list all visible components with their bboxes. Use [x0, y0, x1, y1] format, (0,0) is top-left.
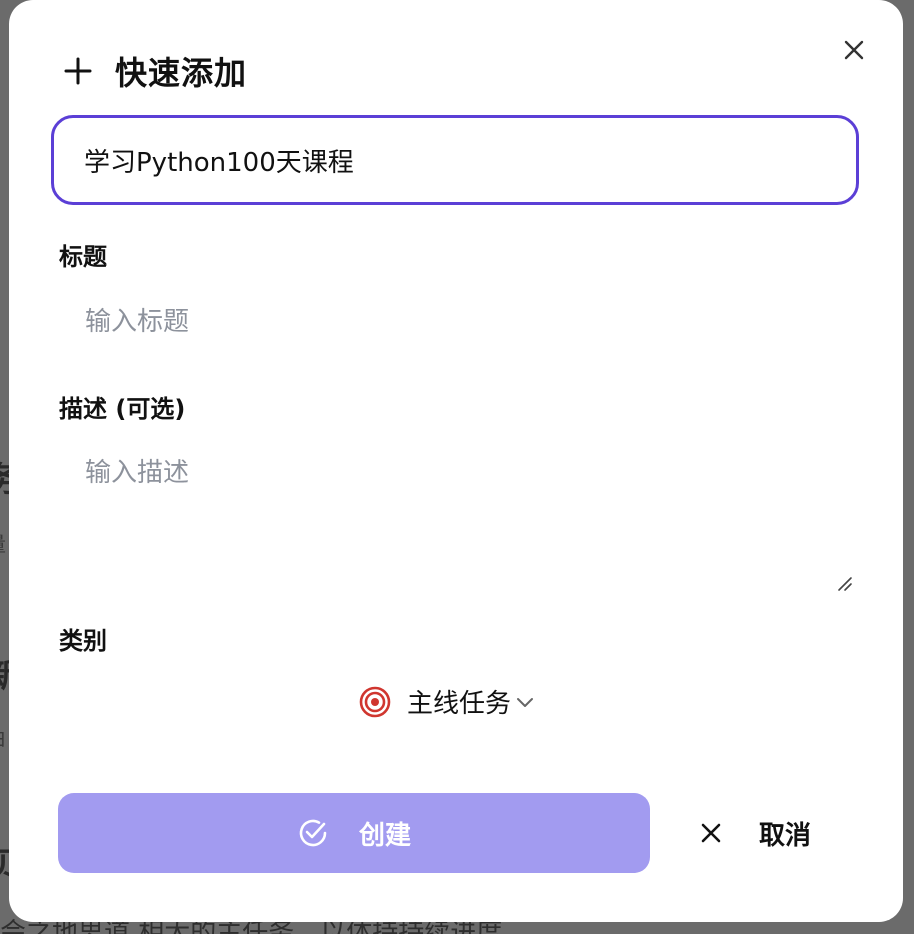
chevron-down-icon: [517, 697, 534, 707]
x-icon: [701, 823, 721, 843]
target-icon: [359, 686, 391, 717]
create-button-label: 创建: [358, 820, 411, 851]
close-button[interactable]: [840, 36, 868, 64]
description-label: 描述 (可选): [59, 395, 186, 423]
dialog-header: 快速添加: [63, 48, 247, 94]
plus-icon: [64, 57, 92, 85]
background-text: 伯: [0, 722, 6, 751]
cancel-button-label: 取消: [759, 820, 812, 851]
dialog-title: 快速添加: [115, 54, 248, 92]
create-button[interactable]: 创建: [58, 793, 650, 873]
category-select[interactable]: 主线任务: [359, 683, 535, 720]
title-input[interactable]: [59, 298, 859, 346]
resize-handle-icon[interactable]: [835, 574, 853, 592]
quick-add-dialog: 快速添加 标题 描述 (可选) 类别 主线任务 创建 取消: [9, 0, 903, 922]
quick-add-input[interactable]: [51, 115, 859, 205]
check-circle-icon: [299, 819, 327, 847]
category-value: 主线任务: [407, 689, 512, 719]
background-text: 量: [0, 528, 6, 557]
title-label: 标题: [59, 243, 107, 271]
description-textarea[interactable]: [59, 446, 859, 596]
category-label: 类别: [59, 627, 107, 655]
cancel-button[interactable]: 取消: [699, 793, 849, 873]
close-icon: [844, 40, 864, 60]
